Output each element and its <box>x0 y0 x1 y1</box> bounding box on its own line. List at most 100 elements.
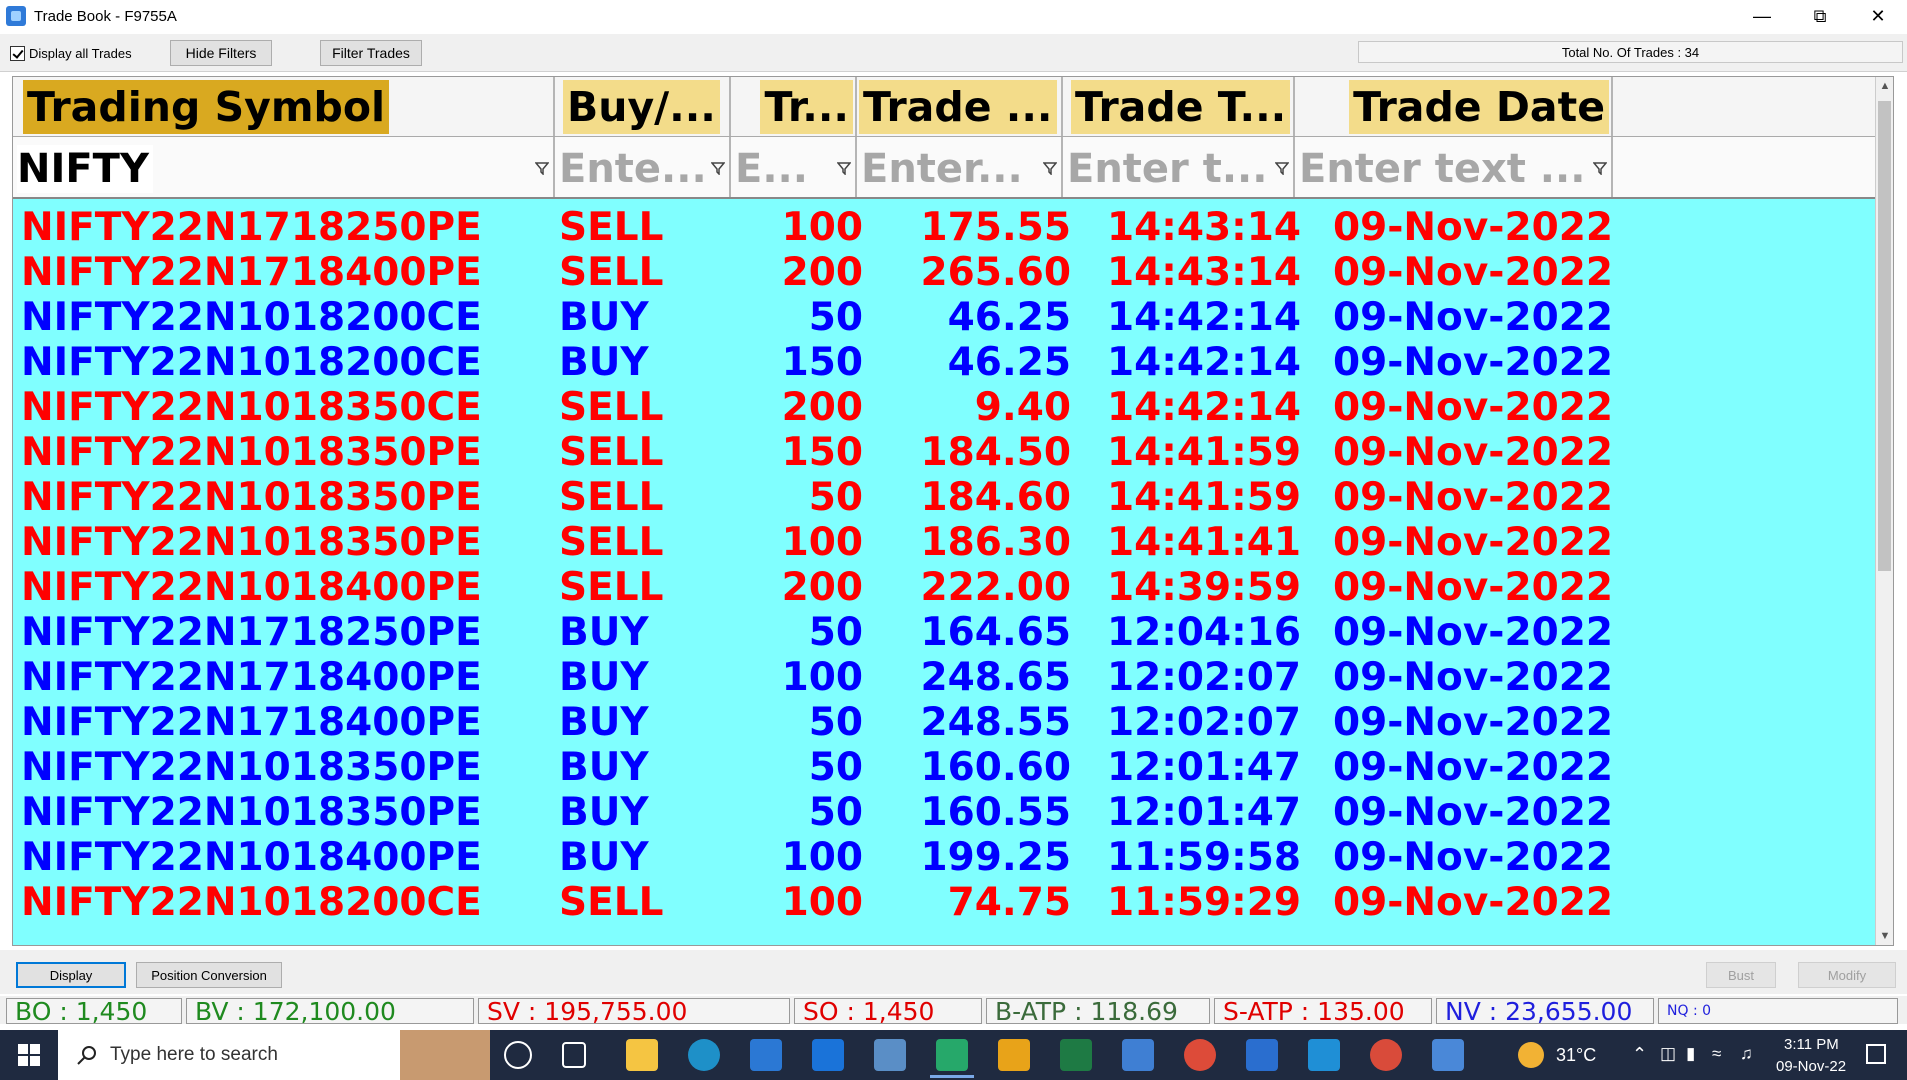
filter-input[interactable]: NIFTY <box>17 145 153 193</box>
snipping-tool-icon[interactable] <box>1308 1039 1340 1071</box>
col-header-trade-price[interactable]: Trade ... <box>857 77 1063 136</box>
table-row[interactable]: NIFTY22N1018350PE BUY 50 160.55 12:01:47 09-N… <box>13 790 1873 835</box>
trading-app-icon[interactable] <box>936 1039 968 1071</box>
filter-funnel-icon[interactable] <box>837 161 851 175</box>
chart-app-icon[interactable] <box>998 1039 1030 1071</box>
col-header-trade-time[interactable]: Trade T... <box>1063 77 1295 136</box>
volume-icon[interactable]: ♫ <box>1740 1044 1753 1064</box>
table-row[interactable]: NIFTY22N1718400PE BUY 100 248.65 12:02:07 09-… <box>13 655 1873 700</box>
col-header-label: Tr... <box>760 80 853 134</box>
table-row[interactable]: NIFTY22N1018350PE SELL 150 184.50 14:41:59 09… <box>13 430 1873 475</box>
tray-chevron-icon[interactable]: ⌃ <box>1632 1044 1647 1065</box>
table-row[interactable]: NIFTY22N1718400PE BUY 50 248.55 12:02:07 09-N… <box>13 700 1873 745</box>
col-header-trade-date[interactable]: Trade Date <box>1295 77 1613 136</box>
window-app-icon[interactable] <box>1122 1039 1154 1071</box>
restore-icon[interactable]: ⧉ <box>1791 0 1849 32</box>
cell-qty: 100 <box>781 835 863 880</box>
filter-input[interactable]: Enter text ... <box>1299 145 1589 193</box>
chrome-profile-icon[interactable] <box>1370 1039 1402 1071</box>
filter-input[interactable]: Ente... <box>559 145 707 193</box>
weather-temp[interactable]: 31°C <box>1556 1045 1596 1066</box>
display-all-trades-option[interactable]: Display all Trades <box>10 46 132 61</box>
weather-icon[interactable] <box>1518 1042 1544 1068</box>
table-row[interactable]: NIFTY22N1018350CE SELL 200 9.40 14:42:14 09-N… <box>13 385 1873 430</box>
table-row[interactable]: NIFTY22N1018200CE BUY 50 46.25 14:42:14 09-No… <box>13 295 1873 340</box>
table-row[interactable]: NIFTY22N1018400PE BUY 100 199.25 11:59:58 09-… <box>13 835 1873 880</box>
wifi-icon[interactable]: ≈ <box>1712 1044 1721 1064</box>
excel-icon[interactable] <box>1060 1039 1092 1071</box>
store-icon[interactable] <box>750 1039 782 1071</box>
filter-input[interactable]: E... <box>735 145 833 193</box>
filter-trade-qty[interactable]: E... <box>731 137 857 197</box>
cell-qty: 50 <box>808 790 863 835</box>
filter-buy-sell[interactable]: Ente... <box>555 137 731 197</box>
table-row[interactable]: NIFTY22N1018400PE SELL 200 222.00 14:39:59 09… <box>13 565 1873 610</box>
filter-funnel-icon[interactable] <box>535 161 549 175</box>
tray-devices-icon[interactable]: ◫ <box>1660 1044 1676 1064</box>
cell-price: 222.00 <box>920 565 1072 610</box>
modify-button[interactable]: Modify <box>1798 962 1896 988</box>
filter-trading-symbol[interactable]: NIFTY <box>13 137 555 197</box>
title-bar: Trade Book - F9755A — ⧉ ✕ <box>0 0 1907 32</box>
sell-avg-price: S-ATP : 135.00 <box>1214 998 1432 1024</box>
filter-input[interactable]: Enter t... <box>1067 145 1271 193</box>
clock-date[interactable]: 09-Nov-22 <box>1776 1058 1846 1075</box>
cell-side: SELL <box>559 385 664 430</box>
filter-input[interactable]: Enter... <box>861 145 1039 193</box>
cortana-icon[interactable] <box>504 1041 532 1069</box>
notification-icon[interactable] <box>1866 1044 1886 1064</box>
filter-trades-button[interactable]: Filter Trades <box>320 40 422 66</box>
table-row[interactable]: NIFTY22N1018350PE SELL 50 184.60 14:41:59 09-… <box>13 475 1873 520</box>
col-header-trade-qty[interactable]: Tr... <box>731 77 857 136</box>
cell-symbol: NIFTY22N1018350PE <box>21 430 482 475</box>
filter-funnel-icon[interactable] <box>711 161 725 175</box>
task-view-icon[interactable] <box>562 1042 586 1068</box>
table-row[interactable]: NIFTY22N1718250PE BUY 50 164.65 12:04:16 09-N… <box>13 610 1873 655</box>
vertical-scrollbar[interactable]: ▲ ▼ <box>1875 77 1893 945</box>
table-row[interactable]: NIFTY22N1718250PE SELL 100 175.55 14:43:14 09… <box>13 205 1873 250</box>
table-row[interactable]: NIFTY22N1018350PE SELL 100 186.30 14:41:41 09… <box>13 520 1873 565</box>
cell-qty: 50 <box>808 295 863 340</box>
position-conversion-button[interactable]: Position Conversion <box>136 962 282 988</box>
clock-time[interactable]: 3:11 PM <box>1784 1036 1839 1053</box>
hide-filters-button[interactable]: Hide Filters <box>170 40 272 66</box>
display-all-label: Display all Trades <box>29 46 132 61</box>
filter-trade-date[interactable]: Enter text ... <box>1295 137 1613 197</box>
close-icon[interactable]: ✕ <box>1849 0 1907 32</box>
taskbar-search[interactable]: Type here to search <box>58 1030 490 1080</box>
scroll-up-icon[interactable]: ▲ <box>1876 77 1893 95</box>
cell-time: 12:01:47 <box>1106 745 1301 790</box>
scrollbar-thumb[interactable] <box>1878 101 1891 571</box>
col-header-buy-sell[interactable]: Buy/... <box>555 77 731 136</box>
cell-symbol: NIFTY22N1018200CE <box>21 340 482 385</box>
col-header-label: Trading Symbol <box>23 80 390 134</box>
bust-button[interactable]: Bust <box>1706 962 1776 988</box>
table-row[interactable]: NIFTY22N1718400PE SELL 200 265.60 14:43:14 09… <box>13 250 1873 295</box>
scroll-down-icon[interactable]: ▼ <box>1876 927 1893 945</box>
cell-symbol: NIFTY22N1718400PE <box>21 250 482 295</box>
col-header-trading-symbol[interactable]: Trading Symbol <box>13 77 555 136</box>
battery-icon[interactable]: ▮ <box>1686 1044 1695 1064</box>
filter-trade-price[interactable]: Enter... <box>857 137 1063 197</box>
cell-date: 09-Nov-2022 <box>1332 250 1613 295</box>
mail-icon[interactable] <box>812 1039 844 1071</box>
remote-desktop-icon[interactable] <box>874 1039 906 1071</box>
edge-icon[interactable] <box>688 1039 720 1071</box>
filter-trade-time[interactable]: Enter t... <box>1063 137 1295 197</box>
table-row[interactable]: NIFTY22N1018200CE BUY 150 46.25 14:42:14 09-N… <box>13 340 1873 385</box>
display-button[interactable]: Display <box>16 962 126 988</box>
windows-start-icon[interactable] <box>0 1030 58 1080</box>
filter-funnel-icon[interactable] <box>1275 161 1289 175</box>
table-row[interactable]: NIFTY22N1018200CE SELL 100 74.75 11:59:29 09-… <box>13 880 1873 925</box>
sell-orders: SO : 1,450 <box>794 998 982 1024</box>
table-row[interactable]: NIFTY22N1018350PE BUY 50 160.60 12:01:47 09-N… <box>13 745 1873 790</box>
buy-value: BV : 172,100.00 <box>186 998 474 1024</box>
file-explorer-icon[interactable] <box>626 1039 658 1071</box>
photos-icon[interactable] <box>1246 1039 1278 1071</box>
chrome-icon[interactable] <box>1184 1039 1216 1071</box>
display-all-checkbox[interactable] <box>10 46 25 61</box>
minimize-icon[interactable]: — <box>1733 0 1791 32</box>
calculator-icon[interactable] <box>1432 1039 1464 1071</box>
filter-funnel-icon[interactable] <box>1043 161 1057 175</box>
filter-funnel-icon[interactable] <box>1593 161 1607 175</box>
